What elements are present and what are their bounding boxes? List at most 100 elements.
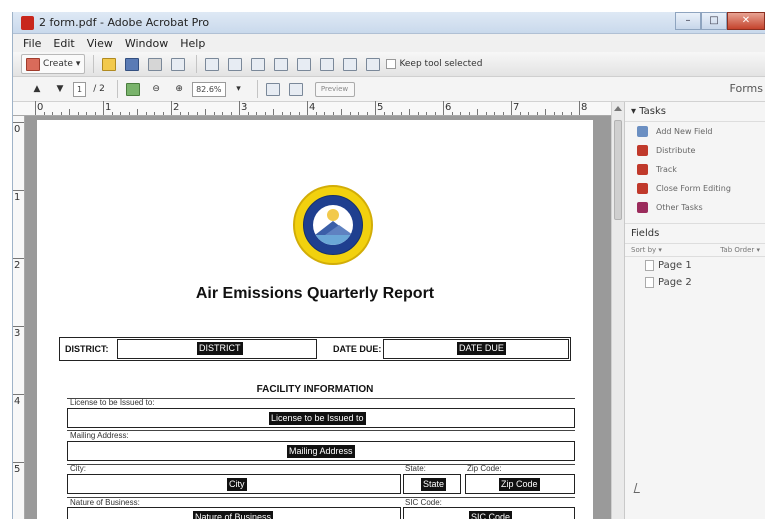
ruler-major-tick — [13, 190, 24, 191]
button-tool[interactable] — [317, 54, 337, 74]
sic-code-label: SIC Code: — [405, 498, 442, 507]
listbox-tool[interactable] — [271, 54, 291, 74]
next-page-button[interactable]: ▼ — [50, 79, 70, 99]
vertical-ruler: 0 1 2 3 4 5 — [13, 116, 25, 519]
ruler-minor-tick — [392, 112, 393, 115]
scroll-thumb[interactable] — [614, 120, 622, 220]
nature-of-business-label: Nature of Business: — [70, 498, 140, 507]
sort-by-dropdown[interactable]: Sort by ▾ — [631, 246, 662, 254]
menu-bar: File Edit View Window Help — [13, 34, 765, 52]
create-button[interactable]: Create ▾ — [21, 54, 86, 74]
checkbox-tool[interactable] — [225, 54, 245, 74]
ruler-minor-tick — [426, 112, 427, 115]
forms-panel: ▾ Tasks Add New Field Distribute Track C… — [624, 102, 765, 519]
window-title: 2 form.pdf - Adobe Acrobat Pro — [39, 16, 210, 29]
ruler-label: 4 — [309, 102, 316, 113]
ruler-minor-tick — [383, 112, 385, 115]
menu-edit[interactable]: Edit — [53, 37, 74, 50]
save-button[interactable] — [122, 54, 142, 74]
barcode-tool[interactable] — [363, 54, 383, 74]
select-tool[interactable] — [123, 79, 143, 99]
menu-window[interactable]: Window — [125, 37, 168, 50]
keep-tool-selected[interactable]: Keep tool selected — [386, 54, 482, 74]
page-number-input[interactable]: 1 — [73, 81, 87, 97]
ruler-minor-tick — [256, 112, 257, 115]
save-icon — [125, 57, 140, 71]
ruler-minor-tick — [86, 112, 87, 115]
task-close-form-editing[interactable]: Close Form Editing — [625, 179, 765, 198]
menu-view[interactable]: View — [87, 37, 113, 50]
ruler-minor-tick — [409, 109, 410, 115]
task-distribute[interactable]: Distribute — [625, 141, 765, 160]
ruler-label: 1 — [14, 192, 21, 203]
document-area[interactable]: Air Emissions Quarterly Report DISTRICT:… — [25, 116, 611, 519]
dropdown-tool[interactable] — [294, 54, 314, 74]
menu-help[interactable]: Help — [180, 37, 205, 50]
ruler-minor-tick — [290, 112, 291, 115]
task-add-new-field[interactable]: Add New Field — [625, 122, 765, 141]
fit-width-button[interactable] — [263, 79, 283, 99]
fit-page-button[interactable] — [286, 79, 306, 99]
ruler-label: 6 — [445, 102, 452, 113]
radio-tool[interactable] — [248, 54, 268, 74]
navigation-toolbar: ▲ ▼ 1 / 2 ⊖ ⊕ 82.6% ▾ Preview Forms — [13, 77, 765, 102]
signature-tool[interactable] — [340, 54, 360, 74]
ruler-minor-tick — [536, 112, 538, 115]
ruler-label: 0 — [14, 124, 21, 135]
zoom-input[interactable]: 82.6% — [192, 81, 226, 97]
zoom-in-button[interactable]: ⊕ — [169, 79, 189, 99]
ruler-minor-tick — [494, 112, 495, 115]
ruler-label: 5 — [14, 464, 21, 475]
zoom-dropdown[interactable]: ▾ — [229, 79, 249, 99]
ruler-label: 3 — [241, 102, 248, 113]
ruler-minor-tick — [349, 112, 351, 115]
fields-page-1[interactable]: Page 1 — [625, 257, 765, 274]
radio-icon — [251, 57, 266, 71]
zoom-out-button[interactable]: ⊖ — [146, 79, 166, 99]
keep-tool-checkbox[interactable] — [386, 59, 397, 69]
print-button[interactable] — [145, 54, 165, 74]
ruler-major-tick — [307, 101, 308, 115]
ruler-major-tick — [103, 101, 104, 115]
task-label: Distribute — [656, 146, 696, 155]
fit-width-icon — [265, 82, 280, 96]
scroll-up-icon[interactable] — [614, 106, 622, 111]
task-other-tasks[interactable]: Other Tasks — [625, 198, 765, 217]
ruler-minor-tick — [196, 112, 198, 115]
department-seal-logo — [293, 185, 373, 265]
ruler-minor-tick — [332, 112, 334, 115]
license-label: License to be Issued to: — [70, 398, 155, 407]
task-track[interactable]: Track — [625, 160, 765, 179]
button-icon — [320, 57, 335, 71]
ruler-minor-tick — [570, 112, 572, 115]
acrobat-window: 2 form.pdf - Adobe Acrobat Pro – □ ✕ Fil… — [12, 12, 765, 519]
vertical-scrollbar[interactable] — [611, 102, 624, 519]
open-button[interactable] — [99, 54, 119, 74]
ruler-minor-tick — [485, 112, 487, 115]
dropdown-icon — [297, 57, 312, 71]
text-field-tool[interactable] — [202, 54, 222, 74]
maximize-button[interactable]: □ — [701, 12, 727, 30]
preview-button[interactable]: Preview — [314, 81, 355, 97]
menu-file[interactable]: File — [23, 37, 41, 50]
forms-pane-label[interactable]: Forms — [730, 82, 763, 95]
previous-page-button[interactable]: ▲ — [27, 79, 47, 99]
fields-sort-row: Sort by ▾ Tab Order ▾ — [625, 243, 765, 257]
ruler-major-tick — [239, 101, 240, 115]
fields-page-2[interactable]: Page 2 — [625, 274, 765, 291]
toolbar-separator — [196, 55, 198, 73]
ruler-minor-tick — [460, 112, 461, 115]
listbox-icon — [274, 57, 289, 71]
minimize-button[interactable]: – — [675, 12, 701, 30]
tab-order-dropdown[interactable]: Tab Order ▾ — [720, 246, 760, 254]
ruler-label: 1 — [105, 102, 112, 113]
tasks-header[interactable]: ▾ Tasks — [625, 102, 765, 122]
email-button[interactable] — [168, 54, 188, 74]
ruler-major-tick — [443, 101, 444, 115]
date-due-field-label: DATE DUE — [457, 342, 506, 355]
state-field-label: State — [421, 478, 447, 491]
close-button[interactable]: ✕ — [727, 12, 765, 30]
district-label: DISTRICT: — [65, 344, 109, 354]
ruler-major-tick — [13, 326, 24, 327]
ruler-minor-tick — [43, 112, 45, 115]
